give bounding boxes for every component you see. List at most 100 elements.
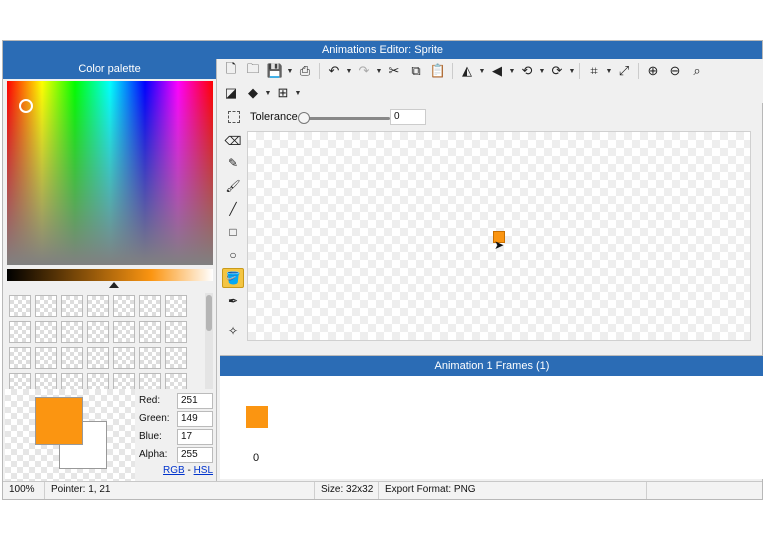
luminance-slider[interactable] xyxy=(7,269,213,281)
swatch[interactable] xyxy=(9,295,31,317)
tolerance-input[interactable]: 0 xyxy=(390,109,426,125)
swatch[interactable] xyxy=(61,321,83,343)
swatch[interactable] xyxy=(61,295,83,317)
zoom-out-icon[interactable]: ⊖ xyxy=(664,61,686,81)
zoom-fit-icon[interactable]: ⌕ xyxy=(686,61,708,81)
swatch[interactable] xyxy=(35,295,57,317)
luminance-marker[interactable] xyxy=(109,282,119,288)
swatch[interactable] xyxy=(9,321,31,343)
swatch[interactable] xyxy=(165,347,187,369)
invert-colors-icon[interactable]: ◪ xyxy=(220,83,242,103)
drawing-tools: ⌫ ✎ 🖌 ╱ □ ○ 🪣 ✒ ✧ xyxy=(220,131,246,351)
main-toolbar: 🗋 🗀 💾 ▼ ⎙ ↶ ▼ ↷ ▼ ✂ ⧉ 📋 ◭ ▼ ◀ ▼ ⟲ ▼ ⟳ ▼ … xyxy=(220,59,763,103)
swatch-scroll-thumb[interactable] xyxy=(206,295,212,331)
swatch[interactable] xyxy=(113,347,135,369)
open-folder-icon[interactable]: 🗀 xyxy=(242,61,264,81)
swatch[interactable] xyxy=(139,321,161,343)
paste-icon[interactable]: 📋 xyxy=(427,61,449,81)
swatch-grid xyxy=(7,293,203,389)
flip-horizontal-icon[interactable]: ◭ xyxy=(456,61,478,81)
swatch[interactable] xyxy=(87,321,109,343)
chevron-down-icon[interactable]: ▼ xyxy=(478,68,486,75)
mode-separator: - xyxy=(187,465,191,476)
swatch[interactable] xyxy=(87,347,109,369)
swatch[interactable] xyxy=(113,321,135,343)
chevron-down-icon[interactable]: ▼ xyxy=(508,68,516,75)
toolbar-divider xyxy=(638,63,639,79)
rotate-right-icon[interactable]: ⟳ xyxy=(546,61,568,81)
zoom-in-icon[interactable]: ⊕ xyxy=(642,61,664,81)
swatch[interactable] xyxy=(139,295,161,317)
selection-icon[interactable] xyxy=(228,111,240,123)
ellipse-icon[interactable]: ○ xyxy=(222,245,244,265)
line-icon[interactable]: ╱ xyxy=(222,199,244,219)
frame-thumbnail[interactable] xyxy=(246,406,268,428)
crop-icon[interactable]: ⌗ xyxy=(583,61,605,81)
flip-vertical-icon[interactable]: ◀ xyxy=(486,61,508,81)
magic-wand-icon[interactable]: ✧ xyxy=(222,321,244,341)
swatch[interactable] xyxy=(35,321,57,343)
save-icon[interactable]: 💾 xyxy=(264,61,286,81)
swatch[interactable] xyxy=(113,373,135,389)
swatch[interactable] xyxy=(139,347,161,369)
resize-icon[interactable]: ⤢ xyxy=(613,61,635,81)
red-input[interactable]: 251 xyxy=(177,393,213,409)
green-input[interactable]: 149 xyxy=(177,411,213,427)
rotate-left-icon[interactable]: ⟲ xyxy=(516,61,538,81)
layers-icon[interactable]: ◆ xyxy=(242,83,264,103)
fill-bucket-icon[interactable]: 🪣 xyxy=(222,268,244,288)
rgb-mode-link[interactable]: RGB xyxy=(163,465,185,476)
eraser-icon[interactable]: ⌫ xyxy=(222,131,244,151)
drawing-canvas[interactable]: ➤ xyxy=(247,131,751,341)
swatch[interactable] xyxy=(87,295,109,317)
swatch[interactable] xyxy=(9,347,31,369)
copy-icon[interactable]: ⧉ xyxy=(405,61,427,81)
chevron-down-icon[interactable]: ▼ xyxy=(345,68,353,75)
swatch[interactable] xyxy=(87,373,109,389)
grid-icon[interactable]: ⊞ xyxy=(272,83,294,103)
chevron-down-icon[interactable]: ▼ xyxy=(264,90,272,97)
cut-icon[interactable]: ✂ xyxy=(383,61,405,81)
pencil-icon[interactable]: ✎ xyxy=(222,153,244,173)
tolerance-label: Tolerance xyxy=(250,111,298,123)
swatch[interactable] xyxy=(165,295,187,317)
color-palette-panel: Color palette Red: 251 Green: 149 Blue: … xyxy=(3,59,217,481)
frame-label: 0 xyxy=(253,452,260,464)
color-spectrum-picker[interactable] xyxy=(7,81,213,265)
brush-icon[interactable]: 🖌 xyxy=(222,176,244,196)
swatch[interactable] xyxy=(35,347,57,369)
hsl-mode-link[interactable]: HSL xyxy=(194,465,213,476)
swatch[interactable] xyxy=(165,321,187,343)
chevron-down-icon[interactable]: ▼ xyxy=(538,68,546,75)
chevron-down-icon[interactable]: ▼ xyxy=(605,68,613,75)
tolerance-slider-thumb[interactable] xyxy=(298,112,310,124)
rectangle-icon[interactable]: □ xyxy=(222,222,244,242)
swatch[interactable] xyxy=(165,373,187,389)
swatch[interactable] xyxy=(113,295,135,317)
swatch[interactable] xyxy=(61,373,83,389)
swatch[interactable] xyxy=(61,347,83,369)
chevron-down-icon[interactable]: ▼ xyxy=(568,68,576,75)
tolerance-slider[interactable] xyxy=(302,117,390,120)
spectrum-cursor[interactable] xyxy=(19,99,33,113)
swatch[interactable] xyxy=(9,373,31,389)
eyedropper-icon[interactable]: ✒ xyxy=(222,291,244,311)
chevron-down-icon[interactable]: ▼ xyxy=(286,68,294,75)
redo-icon[interactable]: ↷ xyxy=(353,61,375,81)
tolerance-bar: Tolerance 0 xyxy=(220,107,763,129)
chevron-down-icon[interactable]: ▼ xyxy=(294,90,302,97)
blue-input[interactable]: 17 xyxy=(177,429,213,445)
swatch[interactable] xyxy=(35,373,57,389)
foreground-color-swatch[interactable] xyxy=(35,397,83,445)
toolbar-divider xyxy=(452,63,453,79)
swatch-scrollbar[interactable] xyxy=(205,293,213,389)
new-file-icon[interactable]: 🗋 xyxy=(220,61,242,81)
swatch[interactable] xyxy=(139,373,161,389)
size-status: Size: 32x32 xyxy=(315,482,379,499)
export-icon[interactable]: ⎙ xyxy=(294,61,316,81)
chevron-down-icon[interactable]: ▼ xyxy=(375,68,383,75)
alpha-input[interactable]: 255 xyxy=(177,447,213,463)
undo-icon[interactable]: ↶ xyxy=(323,61,345,81)
animation-frames-panel: Animation 1 Frames (1) 0 xyxy=(220,355,763,479)
format-status: Export Format: PNG xyxy=(379,482,647,499)
